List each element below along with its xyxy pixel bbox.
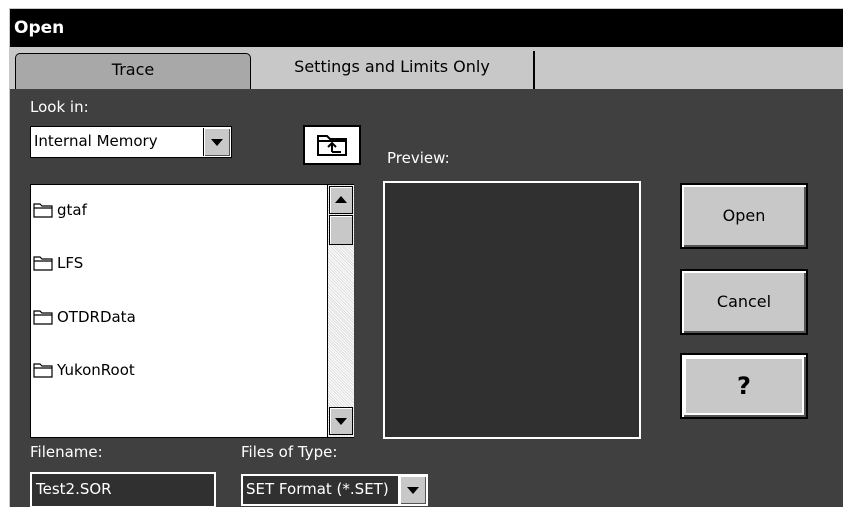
scroll-thumb[interactable] [329, 215, 353, 245]
file-name: OTDRData [57, 308, 136, 326]
list-item[interactable]: LFS [33, 251, 83, 275]
file-type-label: Files of Type: [241, 443, 338, 461]
chevron-up-icon [335, 196, 347, 203]
list-item[interactable]: gtaf [33, 198, 87, 222]
folder-icon [33, 310, 53, 325]
filename-field[interactable]: Test2.SOR [30, 472, 216, 508]
tab-strip: Trace Settings and Limits Only [10, 47, 843, 89]
chevron-down-icon [335, 418, 347, 425]
list-item[interactable]: YukonRoot [33, 358, 135, 382]
file-list-scrollbar[interactable] [327, 185, 354, 437]
file-name: LFS [57, 254, 84, 272]
open-dialog: Open Trace Settings and Limits Only Look… [9, 8, 843, 508]
scroll-down-button[interactable] [329, 407, 353, 435]
help-button[interactable]: ? [680, 353, 808, 419]
folder-icon [33, 363, 53, 378]
file-type-value: SET Format (*.SET) [246, 480, 389, 498]
look-in-label: Look in: [30, 98, 89, 116]
dialog-title: Open [10, 9, 843, 47]
preview-label: Preview: [387, 149, 450, 167]
chevron-down-icon [211, 139, 223, 146]
folder-icon [33, 256, 53, 271]
preview-pane [383, 181, 641, 439]
cancel-button[interactable]: Cancel [680, 269, 808, 335]
tab-settings-and-limits[interactable]: Settings and Limits Only [251, 51, 535, 89]
folder-up-icon [317, 135, 347, 156]
look-in-value: Internal Memory [34, 132, 158, 150]
look-in-dropdown[interactable]: Internal Memory [30, 126, 232, 158]
tab-trace[interactable]: Trace [15, 53, 251, 89]
file-name: YukonRoot [57, 361, 135, 379]
filename-label: Filename: [30, 443, 103, 461]
file-name: gtaf [57, 201, 87, 219]
list-item[interactable]: OTDRData [33, 305, 136, 329]
up-one-level-button[interactable] [303, 125, 361, 165]
folder-icon [33, 203, 53, 218]
file-type-dropdown[interactable]: SET Format (*.SET) [241, 474, 428, 506]
chevron-down-icon [407, 487, 419, 494]
file-list[interactable]: gtaf LFS OTDRData YukonRoot [30, 184, 354, 438]
file-type-dropdown-button[interactable] [398, 476, 426, 504]
look-in-dropdown-button[interactable] [203, 128, 230, 156]
dialog-content: Look in: Internal Memory Preview: gtaf L… [10, 89, 843, 508]
scroll-up-button[interactable] [329, 186, 353, 214]
open-button[interactable]: Open [680, 183, 808, 249]
